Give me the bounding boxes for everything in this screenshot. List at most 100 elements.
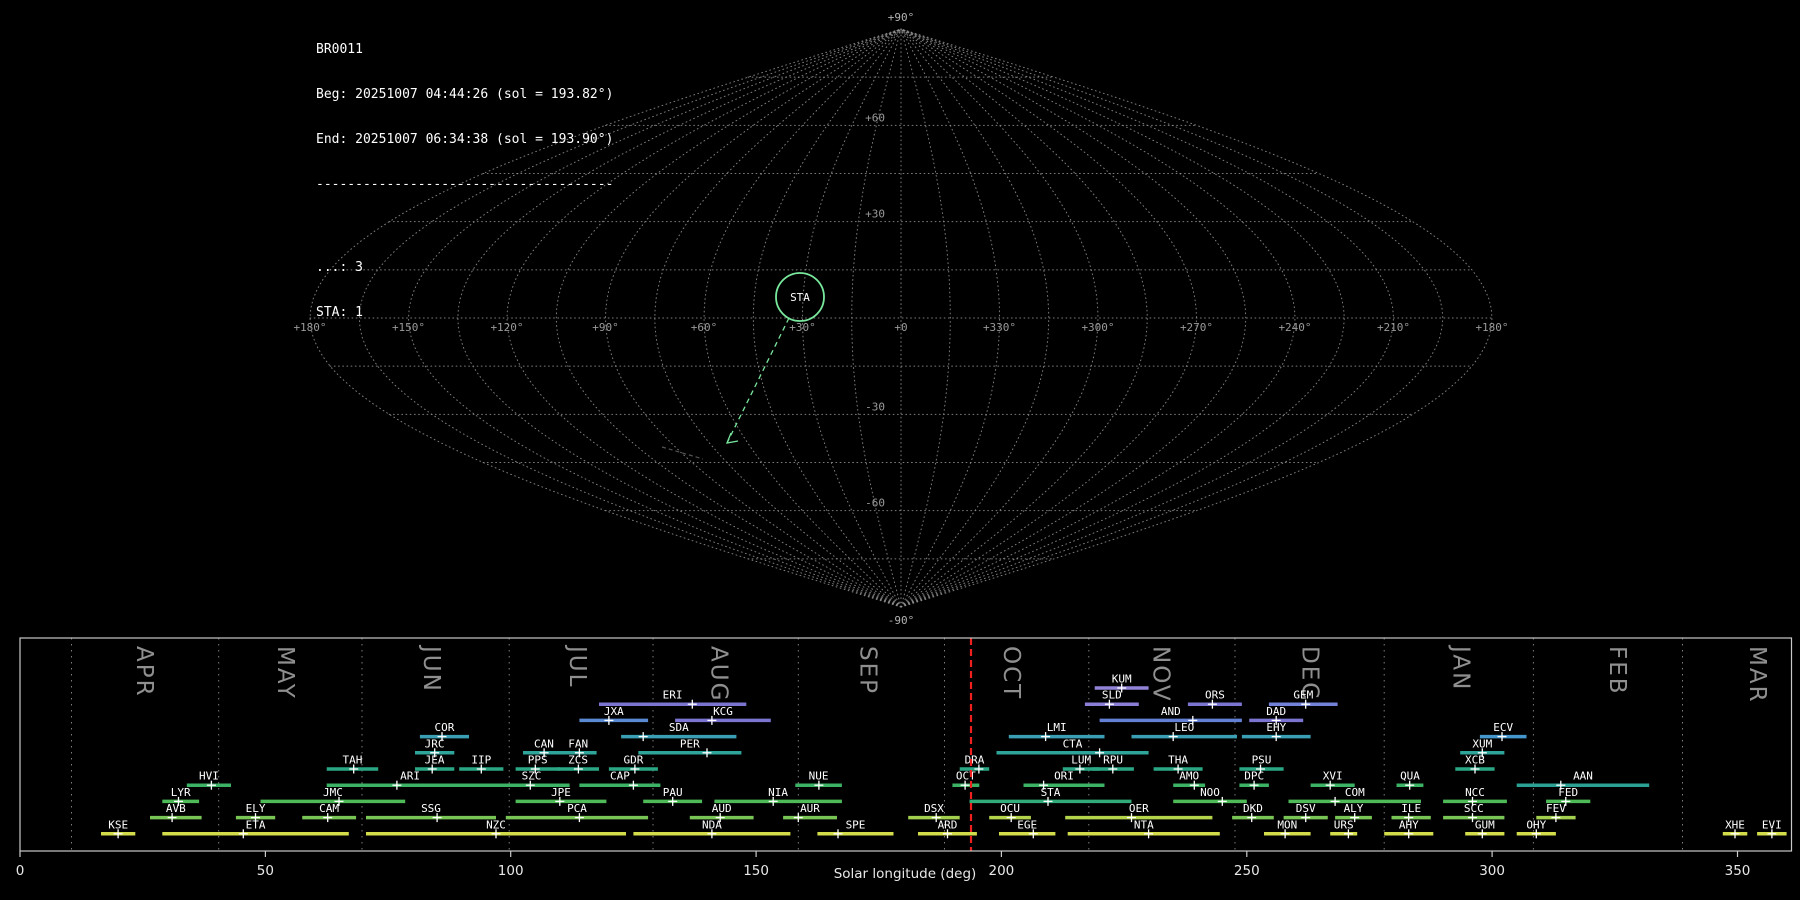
- x-axis-tick-label: 0: [16, 863, 25, 879]
- sky-longitude-label: +60°: [691, 321, 718, 334]
- sky-latitude-label: -30: [865, 400, 885, 413]
- spacer: [316, 222, 613, 230]
- x-axis-tick-label: 250: [1234, 863, 1260, 879]
- observation-info: BR0011 Beg: 20251007 04:44:26 (sol = 193…: [316, 12, 613, 335]
- shower-label-SDA: SDA: [669, 721, 689, 734]
- shower-label-OER: OER: [1129, 802, 1149, 815]
- shower-label-DSX: DSX: [924, 802, 944, 815]
- shower-label-NUE: NUE: [809, 770, 829, 783]
- shower-label-DPC: DPC: [1244, 770, 1264, 783]
- x-axis-title: Solar longitude (deg): [834, 866, 977, 882]
- shower-label-MON: MON: [1277, 818, 1297, 831]
- shower-label-PAU: PAU: [663, 786, 683, 799]
- count-unclassified: ...: 3: [316, 260, 613, 275]
- shower-label-ILE: ILE: [1401, 802, 1421, 815]
- shower-label-GUM: GUM: [1475, 818, 1495, 831]
- drift-arrowhead-icon: [727, 433, 738, 443]
- shower-label-JXA: JXA: [604, 705, 624, 718]
- shower-label-ERI: ERI: [663, 689, 683, 702]
- shower-label-EHY: EHY: [1266, 721, 1286, 734]
- shower-label-PPS: PPS: [528, 754, 548, 767]
- shower-label-AVB: AVB: [166, 802, 186, 815]
- shower-label-JEA: JEA: [425, 754, 445, 767]
- x-axis-tick-label: 350: [1725, 863, 1751, 879]
- observation-end: End: 20251007 06:34:38 (sol = 193.90°): [316, 132, 613, 147]
- shower-label-GEM: GEM: [1293, 689, 1313, 702]
- shower-label-DSV: DSV: [1296, 802, 1316, 815]
- x-axis-tick-label: 300: [1479, 863, 1505, 879]
- shower-label-AMO: AMO: [1179, 770, 1199, 783]
- shower-label-KUM: KUM: [1112, 673, 1132, 686]
- shower-label-IIP: IIP: [471, 754, 491, 767]
- shower-label-STA: STA: [1041, 786, 1061, 799]
- shower-label-EGE: EGE: [1017, 818, 1037, 831]
- radiant-drift-line: [727, 318, 789, 443]
- shower-label-ORI: ORI: [1054, 770, 1074, 783]
- shower-label-LEO: LEO: [1174, 721, 1194, 734]
- month-label: NOV: [1147, 646, 1173, 703]
- shower-label-QUA: QUA: [1400, 770, 1420, 783]
- shower-label-DKD: DKD: [1243, 802, 1263, 815]
- shower-label-SCC: SCC: [1464, 802, 1484, 815]
- shower-label-ECV: ECV: [1493, 721, 1513, 734]
- month-label: MAY: [272, 646, 298, 700]
- shower-label-COM: COM: [1345, 786, 1365, 799]
- sky-latitude-label: -60: [865, 497, 885, 510]
- shower-label-OHY: OHY: [1526, 818, 1546, 831]
- shower-label-AUR: AUR: [800, 802, 820, 815]
- sky-longitude-label: +270°: [1180, 321, 1213, 334]
- shower-label-SPE: SPE: [846, 818, 866, 831]
- shower-label-PCA: PCA: [567, 802, 587, 815]
- shower-label-XHE: XHE: [1725, 818, 1745, 831]
- month-label: SEP: [855, 646, 881, 695]
- separator-line: --------------------------------------: [316, 177, 613, 192]
- shower-label-FEV: FEV: [1546, 802, 1566, 815]
- shower-label-TAH: TAH: [342, 754, 362, 767]
- shower-label-NDA: NDA: [702, 818, 722, 831]
- shower-label-NOO: NOO: [1200, 786, 1220, 799]
- shower-label-CAN: CAN: [534, 737, 554, 750]
- shower-label-EVI: EVI: [1762, 818, 1782, 831]
- shower-label-KCG: KCG: [713, 705, 733, 718]
- shower-label-AHY: AHY: [1399, 818, 1419, 831]
- shower-label-ELY: ELY: [246, 802, 266, 815]
- shower-label-AAN: AAN: [1573, 770, 1593, 783]
- month-label: FEB: [1604, 646, 1630, 696]
- shower-label-CAM: CAM: [319, 802, 339, 815]
- sky-longitude-label: +180°: [1475, 321, 1508, 334]
- shower-label-KSE: KSE: [108, 818, 128, 831]
- sky-latitude-label: +30: [865, 208, 885, 221]
- sky-latitude-label: +60: [865, 111, 885, 124]
- shower-label-OCU: OCU: [1000, 802, 1020, 815]
- month-label: JUN: [418, 644, 444, 693]
- shower-label-AND: AND: [1161, 705, 1181, 718]
- station-id: BR0011: [316, 42, 613, 57]
- x-axis-tick-label: 150: [743, 863, 769, 879]
- sky-longitude-label: +300°: [1081, 321, 1114, 334]
- shower-label-HVI: HVI: [199, 770, 219, 783]
- shower-label-SZC: SZC: [522, 770, 542, 783]
- sky-meridian: [901, 29, 950, 607]
- month-label: JAN: [1448, 644, 1474, 691]
- shower-label-NCC: NCC: [1465, 786, 1485, 799]
- shower-label-ORS: ORS: [1205, 689, 1225, 702]
- shower-label-ALY: ALY: [1344, 802, 1364, 815]
- shower-label-COR: COR: [434, 721, 454, 734]
- shower-label-SSG: SSG: [421, 802, 441, 815]
- sky-longitude-label: +30°: [789, 321, 816, 334]
- shower-label-DRA: DRA: [965, 754, 985, 767]
- sky-longitude-label: +210°: [1377, 321, 1410, 334]
- sky-longitude-label: +240°: [1278, 321, 1311, 334]
- month-label: JUL: [564, 644, 590, 688]
- shower-label-JPE: JPE: [551, 786, 571, 799]
- faint-track-segment: [662, 447, 703, 459]
- sky-longitude-label: +0: [894, 321, 907, 334]
- month-label: AUG: [705, 646, 731, 702]
- shower-label-AUD: AUD: [712, 802, 732, 815]
- sky-and-timeline-canvas: Solar longitude (deg) +180°+150°+120°+90…: [0, 0, 1800, 900]
- shower-label-NZC: NZC: [486, 818, 506, 831]
- shower-label-URS: URS: [1334, 818, 1354, 831]
- shower-label-LYR: LYR: [171, 786, 191, 799]
- month-label: APR: [131, 646, 157, 698]
- shower-label-RPU: RPU: [1103, 754, 1123, 767]
